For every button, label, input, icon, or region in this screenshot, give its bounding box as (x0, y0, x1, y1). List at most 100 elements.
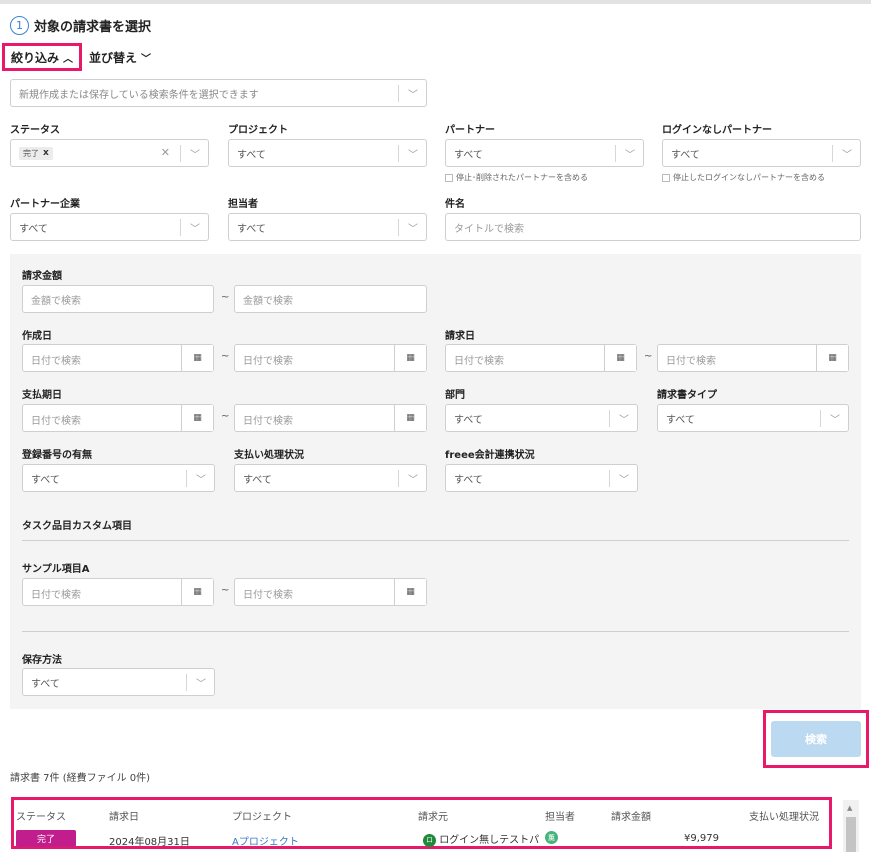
search-button[interactable]: 検索 (771, 721, 861, 757)
calendar-icon[interactable]: ▦ (394, 579, 426, 605)
chevron-down-icon: ﹀ (190, 224, 200, 235)
select-separator (180, 145, 181, 162)
payment-status-label: 支払い処理状況 (234, 450, 304, 461)
calendar-icon[interactable]: ▦ (181, 579, 213, 605)
chevron-down-icon: ﹀ (196, 679, 206, 690)
amount-label: 請求金額 (22, 271, 62, 282)
status-tag[interactable]: 完了 x (19, 146, 53, 160)
freee-status-select[interactable]: すべて ﹀ (445, 464, 638, 492)
invoice-date-to[interactable]: 日付で検索 ▦ (657, 344, 849, 372)
column-header-status[interactable]: ステータス (16, 808, 66, 823)
due-date-label: 支払期日 (22, 390, 62, 401)
scroll-up-icon[interactable]: ▲ (847, 804, 852, 812)
invoice-date-label: 請求日 (445, 331, 475, 342)
amount-cell: ¥9,979 (684, 833, 719, 844)
project-link[interactable]: Aプロジェクト (232, 833, 299, 848)
column-header-amount[interactable]: 請求金額 (611, 808, 651, 823)
range-tilde: ~ (221, 292, 230, 303)
save-method-select[interactable]: すべて ﹀ (22, 668, 215, 696)
select-separator (398, 85, 399, 102)
created-date-label: 作成日 (22, 331, 52, 342)
date-placeholder: 日付で検索 (243, 416, 293, 427)
calendar-icon[interactable]: ▦ (816, 345, 848, 371)
include-stopped-partner-checkbox[interactable]: 停止･削除されたパートナーを含める (445, 172, 588, 183)
select-separator (398, 219, 399, 236)
range-tilde: ~ (221, 585, 230, 596)
step-number: 1 (10, 15, 29, 35)
invoice-table: ステータス 請求日 プロジェクト 請求元 担当者 請求金額 支払い処理状況 完了… (11, 797, 832, 849)
assignee-select[interactable]: すべて ﹀ (228, 213, 427, 241)
invoice-date-from[interactable]: 日付で検索 ▦ (445, 344, 637, 372)
calendar-icon[interactable]: ▦ (604, 345, 636, 371)
column-header-issuer[interactable]: 請求元 (418, 808, 448, 823)
filter-toggle-button[interactable]: 絞り込み ︿ (2, 43, 82, 71)
sample-a-to[interactable]: 日付で検索 ▦ (234, 578, 427, 606)
avatar: 薫 (545, 831, 558, 844)
amount-from-input[interactable]: 金額で検索 (22, 285, 214, 313)
department-select[interactable]: すべて ﹀ (445, 404, 638, 432)
issuer-cell[interactable]: ロ ログイン無しテストパ (423, 831, 539, 847)
range-tilde: ~ (644, 351, 653, 362)
partner-select[interactable]: すべて ﹀ (445, 139, 644, 167)
column-header-payment-status[interactable]: 支払い処理状況 (749, 808, 819, 823)
sample-a-label: サンプル項目A (22, 564, 90, 575)
nologin-partner-value: すべて (671, 149, 700, 161)
nologin-partner-select[interactable]: すべて ﹀ (662, 139, 861, 167)
clear-icon[interactable]: ✕ (161, 146, 170, 159)
include-stopped-nologin-checkbox[interactable]: 停止したログインなしパートナーを含める (662, 172, 825, 183)
column-header-assignee[interactable]: 担当者 (545, 808, 575, 823)
table-scrollbar[interactable]: ▲ (843, 800, 859, 852)
payment-status-select[interactable]: すべて ﹀ (234, 464, 427, 492)
created-date-from[interactable]: 日付で検索 ▦ (22, 344, 214, 372)
date-placeholder: 日付で検索 (666, 356, 716, 367)
freee-status-label: freee会計連携状況 (445, 450, 535, 461)
chevron-down-icon: ﹀ (619, 475, 629, 486)
invoice-type-label: 請求書タイプ (657, 390, 717, 401)
sort-toggle-button[interactable]: 並び替え ﹀ (89, 47, 151, 67)
due-date-to[interactable]: 日付で検索 ▦ (234, 404, 427, 432)
calendar-icon[interactable]: ▦ (394, 405, 426, 431)
date-placeholder: 日付で検索 (454, 356, 504, 367)
checkbox-box[interactable] (445, 173, 453, 182)
partner-company-select[interactable]: すべて ﹀ (10, 213, 209, 241)
created-date-to[interactable]: 日付で検索 ▦ (234, 344, 427, 372)
column-header-date[interactable]: 請求日 (109, 808, 139, 823)
issuer-name: ログイン無しテストパ (439, 835, 540, 846)
saved-conditions-placeholder: 新規作成または保存している検索条件を選択できます (19, 89, 259, 101)
date-placeholder: 日付で検索 (31, 416, 81, 427)
subject-input[interactable]: タイトルで検索 (445, 213, 861, 241)
select-separator (180, 219, 181, 236)
step-title-text: 対象の請求書を選択 (34, 19, 152, 35)
registration-select[interactable]: すべて ﹀ (22, 464, 215, 492)
subject-placeholder: タイトルで検索 (454, 223, 524, 235)
select-separator (398, 470, 399, 487)
assignee-cell: 薫 (545, 831, 558, 844)
select-separator (609, 470, 610, 487)
range-tilde: ~ (221, 351, 230, 362)
select-separator (832, 145, 833, 162)
calendar-icon[interactable]: ▦ (394, 345, 426, 371)
chevron-down-icon: ﹀ (625, 150, 635, 161)
checkbox-box[interactable] (662, 173, 670, 182)
status-tag-label: 完了 (23, 148, 39, 158)
calendar-icon[interactable]: ▦ (181, 345, 213, 371)
scrollbar-thumb[interactable] (846, 817, 856, 852)
close-icon[interactable]: x (43, 148, 49, 158)
invoice-type-select[interactable]: すべて ﹀ (657, 404, 849, 432)
sample-a-from[interactable]: 日付で検索 ▦ (22, 578, 214, 606)
calendar-icon[interactable]: ▦ (181, 405, 213, 431)
payment-status-value: すべて (243, 474, 272, 486)
subject-label: 件名 (445, 199, 465, 210)
project-value: すべて (237, 149, 266, 161)
select-separator (398, 145, 399, 162)
amount-to-input[interactable]: 金額で検索 (234, 285, 427, 313)
status-select[interactable]: 完了 x ✕ ﹀ (10, 139, 209, 167)
chevron-down-icon: ﹀ (408, 224, 418, 235)
search-button-highlight: 検索 (763, 710, 869, 768)
saved-conditions-select[interactable]: 新規作成または保存している検索条件を選択できます ﹀ (10, 79, 427, 107)
column-header-project[interactable]: プロジェクト (232, 808, 292, 823)
project-select[interactable]: すべて ﹀ (228, 139, 427, 167)
status-label: ステータス (10, 125, 60, 136)
date-placeholder: 日付で検索 (31, 590, 81, 601)
due-date-from[interactable]: 日付で検索 ▦ (22, 404, 214, 432)
